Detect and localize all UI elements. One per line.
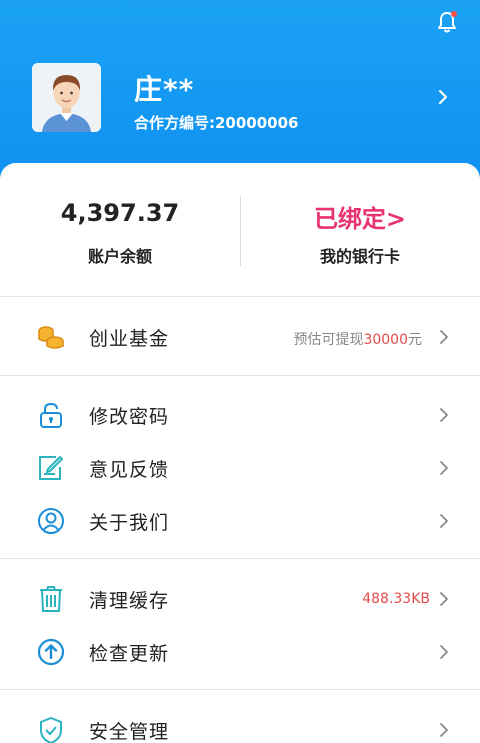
trash-icon <box>36 584 66 614</box>
avatar[interactable] <box>32 63 101 132</box>
menu-item-fund[interactable]: 创业基金 预估可提现30000元 <box>0 310 480 363</box>
coins-icon <box>36 322 66 352</box>
fund-estimate-suffix: 元 <box>408 332 422 348</box>
chevron-right-icon <box>438 459 450 477</box>
menu-label-about: 关于我们 <box>89 512 170 534</box>
menu-label-fund: 创业基金 <box>89 328 170 350</box>
content-card: 4,397.37 账户余额 已绑定> 我的银行卡 创业基金 预估可提现30000… <box>0 163 480 743</box>
chevron-right-icon <box>438 512 450 530</box>
account-summary: 4,397.37 账户余额 已绑定> 我的银行卡 <box>0 163 480 297</box>
cache-size: 488.33KB <box>362 591 430 607</box>
edit-note-icon <box>36 453 66 483</box>
chevron-right-icon <box>438 590 450 608</box>
bank-card-label: 我的银行卡 <box>319 247 400 266</box>
user-name: 庄** <box>134 73 195 106</box>
balance-block[interactable]: 4,397.37 账户余额 <box>0 163 240 297</box>
menu-item-check-update[interactable]: 检查更新 <box>0 625 480 678</box>
menu-label-security: 安全管理 <box>89 721 170 743</box>
menu-item-security[interactable]: 安全管理 <box>0 703 480 743</box>
partner-id-value: 20000006 <box>215 114 299 132</box>
fund-estimate-prefix: 预估可提现 <box>293 332 364 348</box>
chevron-right-icon <box>438 406 450 424</box>
menu-item-clear-cache[interactable]: 清理缓存 488.33KB <box>0 572 480 625</box>
menu-item-about[interactable]: 关于我们 <box>0 494 480 547</box>
arrow-up-circle-icon <box>36 637 66 667</box>
balance-value: 4,397.37 <box>60 199 180 227</box>
bell-icon[interactable] <box>436 10 458 34</box>
section-divider <box>0 689 480 690</box>
menu-item-feedback[interactable]: 意见反馈 <box>0 441 480 494</box>
fund-estimate-amount: 30000 <box>363 332 408 348</box>
menu-label-feedback: 意见反馈 <box>89 459 170 481</box>
balance-label: 账户余额 <box>87 247 152 266</box>
partner-id: 合作方编号:20000006 <box>134 112 299 133</box>
menu-label-change-password: 修改密码 <box>89 406 170 428</box>
chevron-right-icon <box>438 328 450 346</box>
section-divider <box>0 375 480 376</box>
section-divider <box>0 558 480 559</box>
lock-icon <box>36 400 66 430</box>
fund-estimate: 预估可提现30000元 <box>293 329 422 349</box>
partner-id-label: 合作方编号: <box>134 114 215 132</box>
bank-card-block[interactable]: 已绑定> 我的银行卡 <box>240 163 480 297</box>
menu-item-change-password[interactable]: 修改密码 <box>0 388 480 441</box>
chevron-right-icon <box>438 721 450 739</box>
profile-chevron-icon[interactable] <box>436 88 450 106</box>
bank-status: 已绑定> <box>313 205 407 233</box>
shield-icon <box>36 715 66 743</box>
menu-label-check-update: 检查更新 <box>89 643 170 665</box>
user-circle-icon <box>36 506 66 536</box>
menu-label-clear-cache: 清理缓存 <box>89 590 170 612</box>
chevron-right-icon <box>438 643 450 661</box>
